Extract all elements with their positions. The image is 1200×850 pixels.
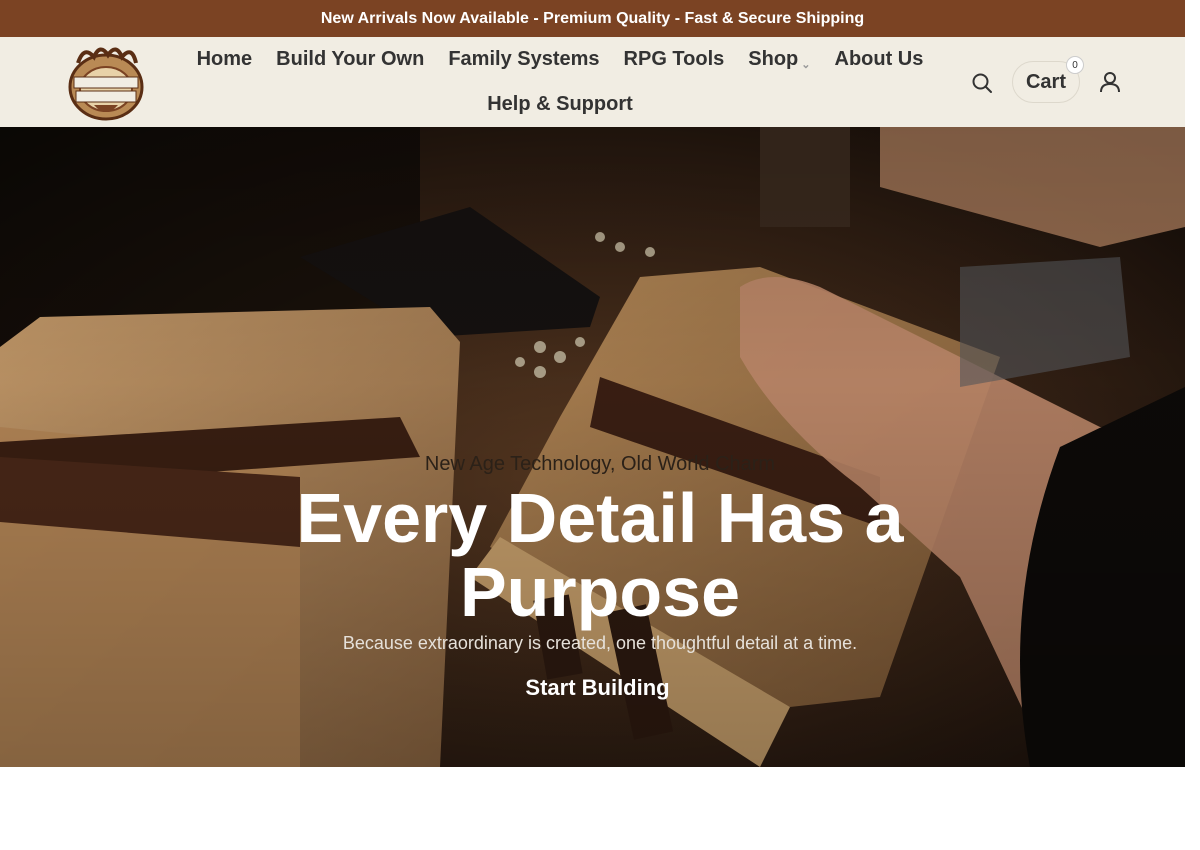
nav-rpg-tools[interactable]: RPG Tools (612, 47, 737, 92)
user-icon[interactable] (1098, 70, 1122, 94)
cart-count-badge: 0 (1066, 56, 1084, 74)
nav-family-systems[interactable]: Family Systems (436, 47, 611, 92)
announcement-text: New Arrivals Now Available - Premium Qua… (320, 9, 865, 27)
nav-build-your-own[interactable]: Build Your Own (264, 47, 436, 92)
nav-about-us[interactable]: About Us (823, 47, 936, 92)
cart-label: Cart (1025, 70, 1066, 93)
announcement-bar: New Arrivals Now Available - Premium Qua… (0, 0, 1185, 37)
start-building-label: Start Building (525, 675, 670, 700)
chevron-down-icon: ⌄ (801, 59, 811, 71)
nav-shop[interactable]: Shop ⌄ (736, 47, 822, 92)
site-header: Home Build Your Own Family Systems RPG T… (0, 37, 1185, 127)
search-icon[interactable] (970, 71, 994, 95)
start-building-button[interactable]: Start Building (0, 675, 1185, 701)
site-logo[interactable] (64, 43, 148, 123)
page-scrollbar[interactable] (1185, 0, 1200, 850)
hero-eyebrow: New Age Technology, Old World Charm (424, 453, 776, 475)
cart-button[interactable]: Cart 0 (1012, 56, 1084, 103)
nav-home[interactable]: Home (185, 47, 265, 92)
hero-subtitle: Because extraordinary is created, one th… (342, 633, 858, 653)
hero-title: Every Detail Has a Purpose (296, 479, 904, 631)
main-nav: Home Build Your Own Family Systems RPG T… (170, 37, 950, 127)
hero-banner: New Age Technology, Old World Charm Ever… (0, 127, 1185, 767)
